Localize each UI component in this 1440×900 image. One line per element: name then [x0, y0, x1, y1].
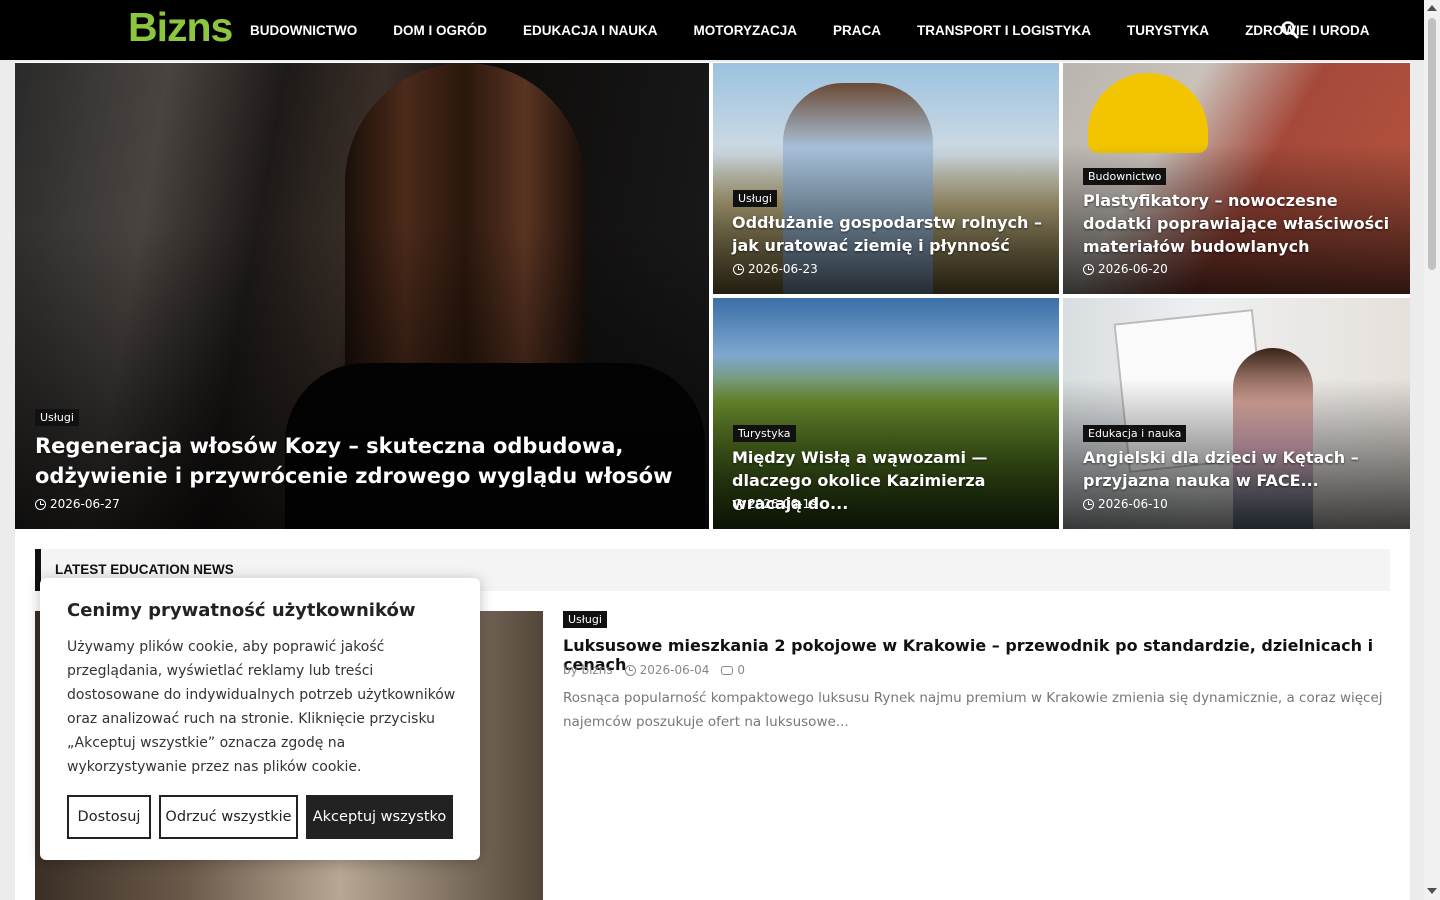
clock-icon — [1083, 498, 1094, 510]
scroll-down-icon[interactable] — [1427, 888, 1437, 894]
cookie-title: Cenimy prywatność użytkowników — [67, 600, 416, 621]
featured-post-large[interactable]: Usługi Regeneracja włosów Kozy – skutecz… — [15, 63, 709, 529]
featured-post-5[interactable]: Edukacja i nauka Angielski dla dzieci w … — [1063, 298, 1410, 529]
article-date: 2026-06-04 — [624, 663, 709, 677]
cookie-text: Używamy plików cookie, aby poprawić jako… — [67, 639, 456, 775]
post-date: 2026-06-20 — [1083, 262, 1168, 276]
post-date: 2026-06-10 — [1083, 497, 1168, 511]
post-category-badge[interactable]: Edukacja i nauka — [1083, 425, 1187, 442]
post-title[interactable]: Regeneracja włosów Kozy – skuteczna odbu… — [35, 431, 695, 491]
top-nav-bar: Bizns Budownictwo Dom i ogród Edukacja i… — [0, 0, 1424, 60]
featured-image-helmet — [1088, 73, 1208, 153]
scroll-thumb[interactable] — [1428, 18, 1436, 270]
article-excerpt: Rosnąca popularność kompaktowego luksusu… — [563, 690, 1383, 730]
nav-item-transport-i-logistyka[interactable]: Transport i logistyka — [899, 23, 1109, 38]
post-title[interactable]: Plastyfikatory – nowoczesne dodatki popr… — [1083, 189, 1398, 258]
cookie-accept-button[interactable]: Akceptuj wszystko — [306, 795, 453, 839]
post-category-badge[interactable]: Budownictwo — [1083, 168, 1167, 185]
featured-post-4[interactable]: Turystyka Między Wisłą a wąwozami — dlac… — [713, 298, 1059, 529]
featured-post-3[interactable]: Budownictwo Plastyfikatory – nowoczesne … — [1063, 63, 1410, 294]
nav-item-edukacja-i-nauka[interactable]: Edukacja i nauka — [505, 23, 676, 38]
post-category-badge[interactable]: Turystyka — [733, 425, 796, 442]
clock-icon — [733, 498, 744, 510]
site-logo[interactable]: Bizns — [128, 4, 233, 51]
nav-item-praca[interactable]: Praca — [815, 23, 899, 38]
post-date: 2026-06-19 — [733, 497, 818, 511]
post-date: 2026-06-27 — [35, 497, 120, 511]
article-category-badge[interactable]: Usługi — [563, 611, 607, 628]
comment-icon — [721, 665, 734, 675]
page-scrollbar[interactable] — [1424, 0, 1440, 900]
post-title[interactable]: Angielski dla dzieci w Kętach – przyjazn… — [1083, 446, 1393, 492]
section-title: Latest Education News — [55, 562, 234, 577]
post-date: 2026-06-23 — [733, 262, 818, 276]
clock-icon — [733, 263, 744, 275]
featured-post-2[interactable]: Usługi Oddłużanie gospodarstw rolnych – … — [713, 63, 1059, 294]
search-icon[interactable] — [1280, 20, 1300, 40]
post-category-badge[interactable]: Usługi — [733, 190, 777, 207]
cookie-consent-dialog: Cenimy prywatność użytkowników Używamy p… — [40, 578, 480, 860]
scroll-up-icon[interactable] — [1427, 5, 1437, 11]
clock-icon — [35, 498, 46, 510]
nav-item-budownictwo[interactable]: Budownictwo — [232, 23, 375, 38]
post-category-badge[interactable]: Usługi — [35, 409, 79, 426]
clock-icon — [1083, 263, 1094, 275]
cookie-reject-button[interactable]: Odrzuć wszystkie — [159, 795, 298, 839]
article-meta: by bizns 2026-06-04 0 — [563, 663, 745, 677]
article-author[interactable]: by bizns — [563, 663, 613, 677]
article-comments[interactable]: 0 — [721, 663, 745, 677]
nav-item-turystyka[interactable]: Turystyka — [1109, 23, 1227, 38]
main-nav: Budownictwo Dom i ogród Edukacja i nauka… — [232, 0, 1388, 60]
post-title[interactable]: Oddłużanie gospodarstw rolnych – jak ura… — [732, 211, 1047, 257]
nav-item-motoryzacja[interactable]: Motoryzacja — [676, 23, 816, 38]
nav-item-dom-i-ogrod[interactable]: Dom i ogród — [375, 23, 505, 38]
nav-item-zdrowie-i-uroda[interactable]: Zdrowie i uroda — [1227, 23, 1388, 38]
cookie-customize-button[interactable]: Dostosuj — [67, 795, 151, 839]
clock-icon — [624, 664, 636, 676]
